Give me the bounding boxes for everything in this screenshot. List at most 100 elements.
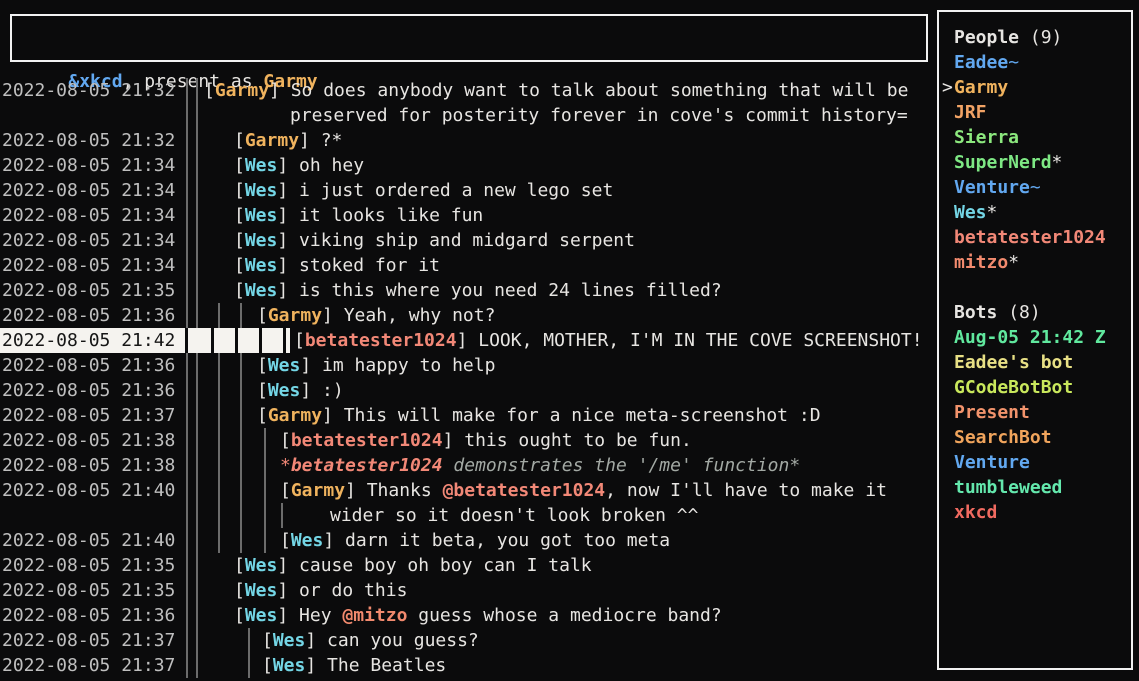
person-list-item[interactable]: mitzo* bbox=[939, 250, 1131, 275]
bot-nick: tumbleweed bbox=[954, 477, 1062, 498]
person-list-item[interactable]: Wes* bbox=[939, 200, 1131, 225]
message-text: ] this ought to be fun. bbox=[443, 430, 692, 451]
message-text: [ bbox=[204, 80, 215, 101]
bot-list-item[interactable]: GCodeBotBot bbox=[939, 375, 1131, 400]
message-nick: Wes bbox=[273, 655, 306, 676]
person-list-item[interactable]: SuperNerd* bbox=[939, 150, 1131, 175]
message-content: [Wes] darn it beta, you got too meta bbox=[280, 528, 670, 553]
message-text: ] Thanks bbox=[345, 480, 443, 501]
chat-message-row[interactable]: 2022-08-05 21:32[Garmy] So does anybody … bbox=[0, 78, 937, 103]
thread-guide-line bbox=[196, 253, 198, 278]
message-text: [ bbox=[280, 430, 291, 451]
chat-message-row[interactable]: 2022-08-05 21:34[Wes] i just ordered a n… bbox=[0, 178, 937, 203]
chat-message-row[interactable]: 2022-08-05 21:42[betatester1024] LOOK, M… bbox=[0, 328, 937, 353]
message-text: * bbox=[280, 455, 291, 476]
message-text: [ bbox=[262, 655, 273, 676]
thread-guide-line bbox=[264, 503, 266, 528]
message-nick: betatester1024 bbox=[291, 430, 443, 451]
thread-guide-line bbox=[196, 603, 198, 628]
message-nick: Wes bbox=[273, 630, 306, 651]
message-text: [ bbox=[234, 130, 245, 151]
message-nick: Garmy bbox=[268, 305, 322, 326]
person-list-item[interactable]: Eadee~ bbox=[939, 50, 1131, 75]
message-timestamp: 2022-08-05 21:37 bbox=[2, 628, 175, 653]
thread-guide-line bbox=[281, 503, 283, 528]
message-timestamp: 2022-08-05 21:37 bbox=[2, 653, 175, 678]
message-text: demonstrates the '/me' function* bbox=[443, 455, 801, 476]
message-text: wider so it doesn't look broken ^^ bbox=[330, 505, 698, 526]
thread-guide-line bbox=[196, 528, 198, 553]
message-text: ] Hey bbox=[277, 605, 342, 626]
thread-guide-line bbox=[218, 503, 220, 528]
chat-message-row[interactable]: preserved for posterity forever in cove'… bbox=[0, 103, 937, 128]
chat-message-row[interactable]: 2022-08-05 21:40[Wes] darn it beta, you … bbox=[0, 528, 937, 553]
message-nick: Wes bbox=[245, 255, 278, 276]
bots-section-title-label: Bots bbox=[954, 302, 997, 323]
bot-list-item[interactable]: Eadee's bot bbox=[939, 350, 1131, 375]
chat-message-row[interactable]: 2022-08-05 21:37[Wes] The Beatles bbox=[0, 653, 937, 678]
chat-message-row[interactable]: 2022-08-05 21:35[Wes] cause boy oh boy c… bbox=[0, 553, 937, 578]
message-text: ] oh hey bbox=[277, 155, 364, 176]
chat-message-row[interactable]: 2022-08-05 21:34[Wes] viking ship and mi… bbox=[0, 228, 937, 253]
thread-guide-line bbox=[196, 103, 198, 128]
message-nick: Wes bbox=[245, 155, 278, 176]
bot-list-item[interactable]: Present bbox=[939, 400, 1131, 425]
chat-message-row[interactable]: 2022-08-05 21:37[Wes] can you guess? bbox=[0, 628, 937, 653]
message-nick: Garmy bbox=[291, 480, 345, 501]
chat-message-row[interactable]: 2022-08-05 21:38*betatester1024 demonstr… bbox=[0, 453, 937, 478]
chat-message-row[interactable]: wider so it doesn't look broken ^^ bbox=[0, 503, 937, 528]
message-text: [ bbox=[257, 305, 268, 326]
chat-message-row[interactable]: 2022-08-05 21:38[betatester1024] this ou… bbox=[0, 428, 937, 453]
chat-message-row[interactable]: 2022-08-05 21:36[Garmy] Yeah, why not? bbox=[0, 303, 937, 328]
bot-list-item[interactable]: xkcd bbox=[939, 500, 1131, 525]
message-nick: Wes bbox=[268, 380, 301, 401]
message-text: ] ?* bbox=[299, 130, 342, 151]
message-text: preserved for posterity forever in cove'… bbox=[290, 105, 908, 126]
thread-guide-line bbox=[196, 178, 198, 203]
person-nick: SuperNerd bbox=[954, 152, 1052, 173]
bot-list-item[interactable]: Venture bbox=[939, 450, 1131, 475]
chat-message-row[interactable]: 2022-08-05 21:35[Wes] is this where you … bbox=[0, 278, 937, 303]
person-list-item[interactable]: Venture~ bbox=[939, 175, 1131, 200]
thread-guide-line bbox=[218, 528, 220, 553]
chat-message-row[interactable]: 2022-08-05 21:34[Wes] oh hey bbox=[0, 153, 937, 178]
thread-guide-line bbox=[240, 403, 242, 428]
message-text: [ bbox=[257, 380, 268, 401]
chat-message-row[interactable]: 2022-08-05 21:34[Wes] it looks like fun bbox=[0, 203, 937, 228]
bot-list-item[interactable]: SearchBot bbox=[939, 425, 1131, 450]
nick-mention: @mitzo bbox=[342, 605, 407, 626]
person-list-item[interactable]: Sierra bbox=[939, 125, 1131, 150]
bot-list-item[interactable]: Aug-05 21:42 Z bbox=[939, 325, 1131, 350]
chat-message-row[interactable]: 2022-08-05 21:34[Wes] stoked for it bbox=[0, 253, 937, 278]
thread-guide-line bbox=[264, 478, 266, 503]
message-text: [ bbox=[262, 630, 273, 651]
message-text: [ bbox=[257, 355, 268, 376]
chat-message-row[interactable]: 2022-08-05 21:37[Garmy] This will make f… bbox=[0, 403, 937, 428]
chat-message-row[interactable]: 2022-08-05 21:35[Wes] or do this bbox=[0, 578, 937, 603]
chat-message-row[interactable]: 2022-08-05 21:36[Wes] :) bbox=[0, 378, 937, 403]
chat-message-row[interactable]: 2022-08-05 21:36[Wes] Hey @mitzo guess w… bbox=[0, 603, 937, 628]
message-text: ] :) bbox=[300, 380, 343, 401]
cove-terminal-app: &xkcd, present as Garmy 2022-08-05 21:32… bbox=[0, 0, 1139, 681]
message-nick: Wes bbox=[245, 230, 278, 251]
nick-suffix: ~ bbox=[1008, 52, 1019, 73]
chat-message-row[interactable]: 2022-08-05 21:40[Garmy] Thanks @betatest… bbox=[0, 478, 937, 503]
bot-list-item[interactable]: tumbleweed bbox=[939, 475, 1131, 500]
thread-guide-line bbox=[218, 428, 220, 453]
message-content: [Wes] viking ship and midgard serpent bbox=[234, 228, 635, 253]
person-list-item[interactable]: >Garmy bbox=[939, 75, 1131, 100]
thread-guide-line bbox=[240, 453, 242, 478]
people-section-title-label: People bbox=[954, 27, 1019, 48]
bot-nick: Aug-05 21:42 Z bbox=[954, 327, 1106, 348]
nick-suffix: ~ bbox=[1030, 177, 1041, 198]
chat-message-row[interactable]: 2022-08-05 21:36[Wes] im happy to help bbox=[0, 353, 937, 378]
message-timestamp: 2022-08-05 21:36 bbox=[2, 353, 175, 378]
chat-message-row[interactable]: 2022-08-05 21:32[Garmy] ?* bbox=[0, 128, 937, 153]
message-timestamp: 2022-08-05 21:32 bbox=[2, 78, 175, 103]
person-nick: Garmy bbox=[954, 77, 1008, 98]
bot-nick: GCodeBotBot bbox=[954, 377, 1073, 398]
person-list-item[interactable]: betatester1024 bbox=[939, 225, 1131, 250]
message-text: [ bbox=[234, 155, 245, 176]
message-text: [ bbox=[234, 255, 245, 276]
person-list-item[interactable]: JRF bbox=[939, 100, 1131, 125]
